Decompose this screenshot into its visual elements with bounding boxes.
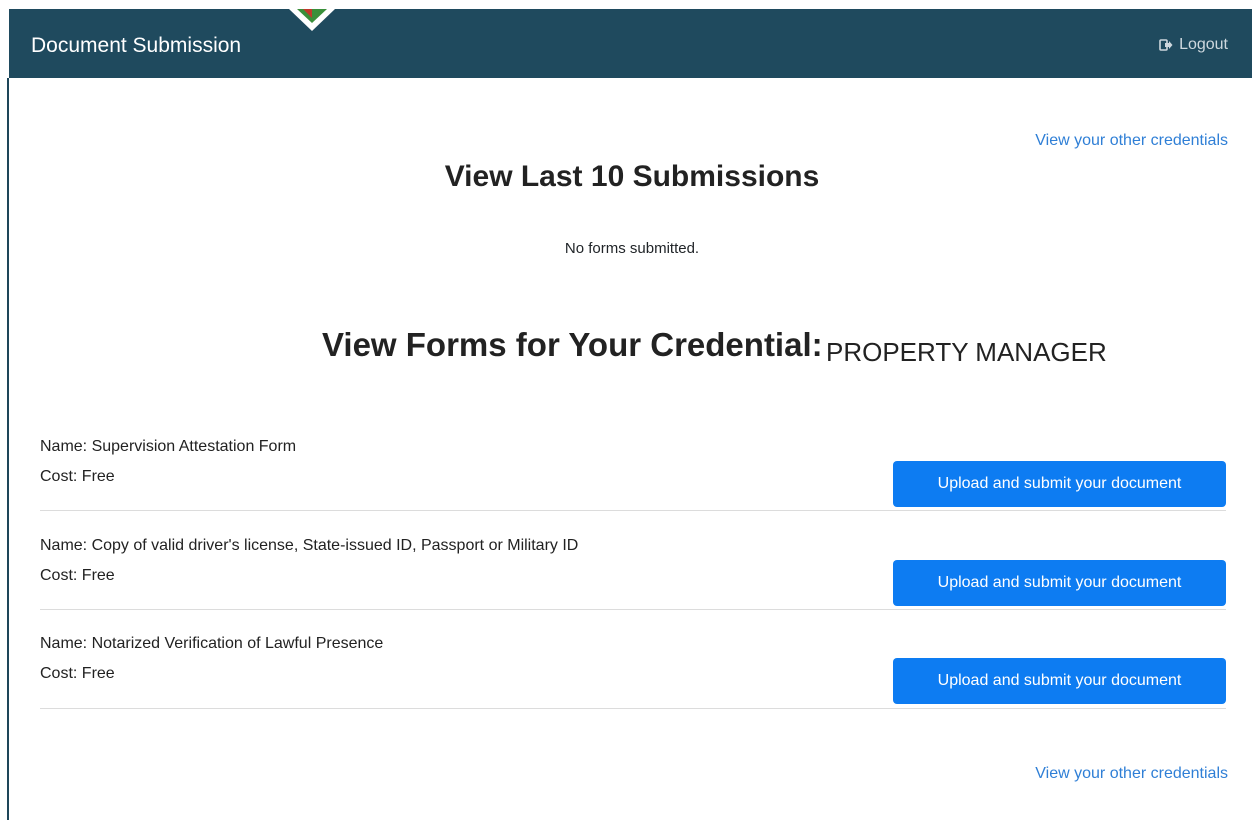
credential-heading: View Forms for Your Credential:: [322, 326, 823, 363]
form-cost: Cost: Free: [40, 468, 115, 485]
logo-icon: [289, 9, 335, 31]
view-other-credentials-link-top[interactable]: View your other credentials: [1035, 132, 1228, 150]
form-name: Name: Copy of valid driver's license, St…: [40, 537, 579, 554]
form-row: Name: Copy of valid driver's license, St…: [40, 537, 1226, 610]
form-cost: Cost: Free: [40, 567, 115, 584]
credential-name: PROPERTY MANAGER: [826, 337, 1107, 367]
form-name: Name: Notarized Verification of Lawful P…: [40, 635, 384, 652]
upload-submit-button[interactable]: Upload and submit your document: [893, 461, 1226, 507]
upload-submit-button[interactable]: Upload and submit your document: [893, 658, 1226, 704]
view-other-credentials-link-bottom[interactable]: View your other credentials: [1035, 765, 1228, 783]
form-row: Name: Supervision Attestation Form Cost:…: [40, 438, 1226, 511]
logout-button[interactable]: Logout: [1159, 36, 1228, 54]
form-name: Name: Supervision Attestation Form: [40, 438, 297, 455]
form-row: Name: Notarized Verification of Lawful P…: [40, 635, 1226, 709]
logout-label: Logout: [1179, 36, 1228, 53]
logout-icon: [1159, 39, 1173, 51]
submissions-heading: View Last 10 Submissions: [444, 160, 820, 193]
no-forms-message: No forms submitted.: [564, 240, 700, 257]
upload-submit-button[interactable]: Upload and submit your document: [893, 560, 1226, 606]
form-cost: Cost: Free: [40, 665, 115, 682]
top-header-bar: Document Submission Logout: [9, 9, 1252, 78]
app-title: Document Submission: [31, 34, 242, 57]
